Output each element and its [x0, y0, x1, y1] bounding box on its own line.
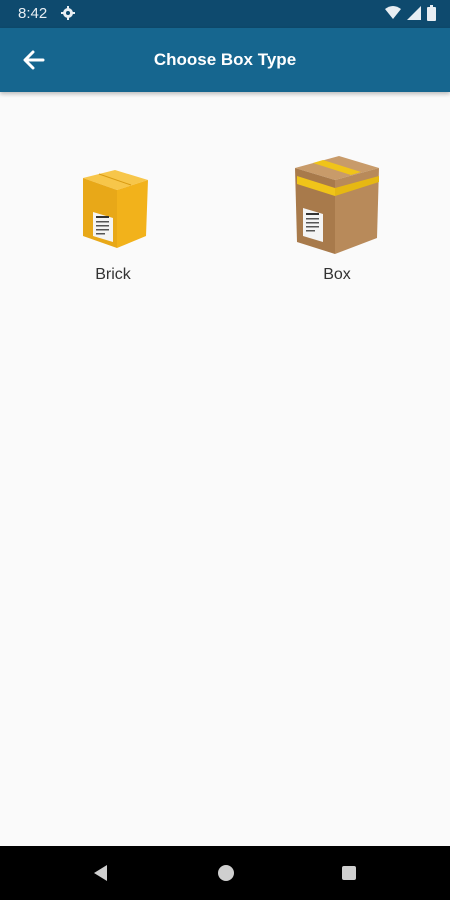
page-title: Choose Box Type: [153, 50, 297, 69]
wifi-icon: [385, 6, 401, 19]
nav-recent-button[interactable]: [334, 858, 364, 888]
nav-home-icon: [218, 865, 234, 881]
brick-label: Brick: [95, 266, 131, 283]
arrow-left-icon: [23, 50, 45, 70]
navigation-bar: [0, 846, 450, 900]
status-icons: [385, 5, 436, 21]
brick-option[interactable]: Brick: [33, 150, 193, 290]
nav-home-button[interactable]: [211, 858, 241, 888]
status-time: 8:42: [18, 5, 48, 22]
app-bar: Choose Box Type: [0, 28, 450, 92]
gear-icon: [61, 6, 75, 20]
box-label: Box: [323, 266, 351, 283]
cardboard-box-icon: [295, 156, 379, 254]
box-option[interactable]: Box: [257, 150, 417, 290]
battery-icon: [427, 5, 436, 21]
back-button[interactable]: [14, 40, 54, 80]
status-bar: 8:42: [0, 0, 450, 28]
yellow-brick-box-icon: [83, 170, 148, 248]
nav-back-button[interactable]: [86, 858, 116, 888]
nav-back-icon: [94, 865, 107, 881]
nav-recent-icon: [342, 866, 356, 880]
signal-icon: [407, 6, 421, 20]
